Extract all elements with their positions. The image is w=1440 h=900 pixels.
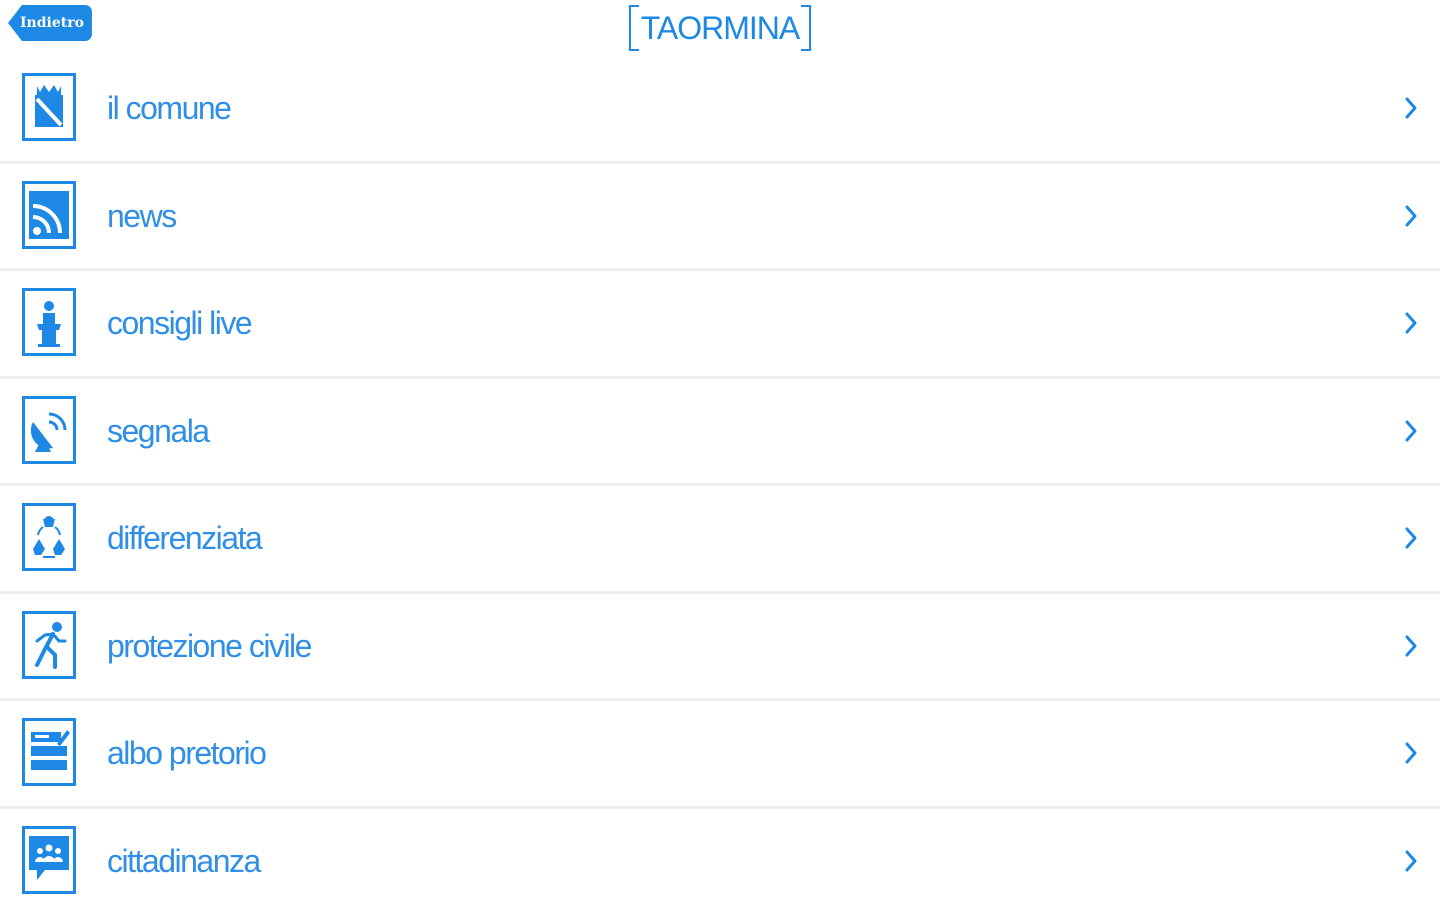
menu-item-label: consigli live xyxy=(107,305,253,341)
menu-item-label: cittadinanza xyxy=(107,842,261,879)
menu-item-label: differenziata xyxy=(107,520,263,556)
menu-item-albo-pretorio[interactable]: albo pretorio xyxy=(0,701,1440,809)
rss-icon xyxy=(22,180,76,249)
running-person-icon xyxy=(22,610,76,679)
menu-item-il-comune[interactable]: il comune xyxy=(0,56,1440,164)
menu-item-label: news xyxy=(107,197,177,234)
navigation-bar: Indietro TAORMINA xyxy=(0,0,1440,56)
chevron-right-icon xyxy=(1404,526,1418,550)
chevron-right-icon xyxy=(1404,96,1418,120)
menu-item-label: segnala xyxy=(107,412,210,449)
chevron-right-icon xyxy=(1404,634,1418,658)
menu-item-differenziata[interactable]: differenziata xyxy=(0,486,1440,594)
recycle-icon xyxy=(22,503,76,571)
menu-item-segnala[interactable]: segnala xyxy=(0,378,1440,486)
chevron-right-icon xyxy=(1404,311,1418,335)
town-hall-icon xyxy=(22,73,76,141)
page-title: TAORMINA xyxy=(628,5,812,51)
notice-board-icon xyxy=(22,718,76,786)
app-screen: Indietro TAORMINA il comune news consigl… xyxy=(0,0,1440,900)
community-chat-icon xyxy=(22,825,76,894)
chevron-right-icon xyxy=(1404,741,1418,765)
menu-item-cittadinanza[interactable]: cittadinanza xyxy=(0,808,1440,900)
menu-item-label: protezione civile xyxy=(107,627,312,664)
main-menu-list: il comune news consigli live segnala dif… xyxy=(0,56,1440,900)
title-container: TAORMINA xyxy=(0,5,1440,51)
menu-item-label: albo pretorio xyxy=(107,735,267,771)
menu-item-consigli-live[interactable]: consigli live xyxy=(0,271,1440,379)
menu-item-protezione-civile[interactable]: protezione civile xyxy=(0,593,1440,701)
satellite-dish-icon xyxy=(22,395,76,464)
podium-icon xyxy=(22,288,76,356)
chevron-right-icon xyxy=(1404,419,1418,443)
chevron-right-icon xyxy=(1404,849,1418,873)
chevron-right-icon xyxy=(1404,204,1418,228)
menu-item-label: il comune xyxy=(107,90,232,126)
menu-item-news[interactable]: news xyxy=(0,163,1440,271)
